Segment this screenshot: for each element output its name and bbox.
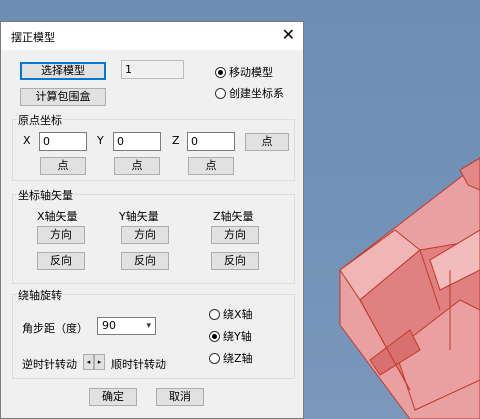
radio-circle[interactable]: [209, 308, 220, 320]
y-point-button[interactable]: 点: [114, 157, 160, 175]
radio-create-coord[interactable]: 创建坐标系: [215, 85, 284, 101]
radio-label: 创建坐标系: [229, 87, 284, 100]
z-point-button[interactable]: 点: [188, 157, 234, 175]
cancel-button[interactable]: 取消: [156, 388, 204, 406]
origin-x-input[interactable]: 0: [39, 132, 87, 151]
x-direction-button[interactable]: 方向: [37, 226, 85, 244]
y-label: Y: [97, 134, 104, 147]
radio-label: 绕Y轴: [223, 330, 252, 343]
step-label: 角步距（度）: [22, 322, 88, 335]
radio-axis-y[interactable]: 绕Y轴: [209, 328, 252, 344]
y-reverse-button[interactable]: 反向: [121, 252, 169, 270]
z-direction-button[interactable]: 方向: [211, 226, 259, 244]
y-axis-vector-label: Y轴矢量: [119, 210, 159, 223]
model-count-field: 1: [121, 60, 184, 79]
origin-point-button[interactable]: 点: [245, 133, 289, 151]
z-reverse-button[interactable]: 反向: [211, 252, 259, 270]
radio-circle[interactable]: [215, 87, 226, 99]
radio-circle[interactable]: [209, 352, 220, 364]
3d-model[interactable]: [300, 150, 480, 419]
origin-z-input[interactable]: 0: [187, 132, 235, 151]
radio-label: 绕X轴: [223, 308, 253, 321]
z-axis-vector-label: Z轴矢量: [213, 210, 254, 223]
y-direction-button[interactable]: 方向: [121, 226, 169, 244]
rotation-group-title: 绕轴旋转: [17, 287, 63, 303]
radio-circle[interactable]: [209, 330, 220, 342]
dialog-window: 摆正模型 ✕ 选择模型 1 移动模型 计算包围盒 创建坐标系 原点坐标 X 0 …: [0, 21, 304, 419]
axis-vector-group-title: 坐标轴矢量: [17, 187, 74, 203]
cw-label: 顺时针转动: [111, 358, 166, 371]
ok-button[interactable]: 确定: [89, 388, 137, 406]
radio-label: 绕Z轴: [223, 352, 253, 365]
chevron-down-icon: ▾: [146, 321, 151, 331]
radio-axis-x[interactable]: 绕X轴: [209, 306, 253, 322]
x-label: X: [23, 134, 31, 147]
x-axis-vector-label: X轴矢量: [37, 210, 78, 223]
compute-bbox-button[interactable]: 计算包围盒: [20, 88, 106, 106]
origin-group-title: 原点坐标: [17, 112, 63, 128]
dialog-title: 摆正模型: [11, 31, 55, 44]
step-select[interactable]: 90 ▾: [97, 317, 156, 335]
x-reverse-button[interactable]: 反向: [37, 252, 85, 270]
radio-circle[interactable]: [215, 66, 226, 78]
ccw-label: 逆时针转动: [22, 358, 77, 371]
select-model-button[interactable]: 选择模型: [20, 62, 106, 80]
rotate-ccw-button[interactable]: ◂: [83, 354, 94, 370]
rotate-cw-button[interactable]: ▸: [94, 354, 105, 370]
z-label: Z: [172, 134, 180, 147]
title-bar: 摆正模型 ✕: [1, 22, 303, 50]
x-point-button[interactable]: 点: [40, 157, 86, 175]
origin-y-input[interactable]: 0: [113, 132, 161, 151]
radio-axis-z[interactable]: 绕Z轴: [209, 350, 253, 366]
step-value: 90: [102, 319, 116, 332]
close-icon[interactable]: ✕: [282, 25, 295, 44]
radio-label: 移动模型: [229, 66, 273, 79]
radio-move-model[interactable]: 移动模型: [215, 64, 273, 80]
